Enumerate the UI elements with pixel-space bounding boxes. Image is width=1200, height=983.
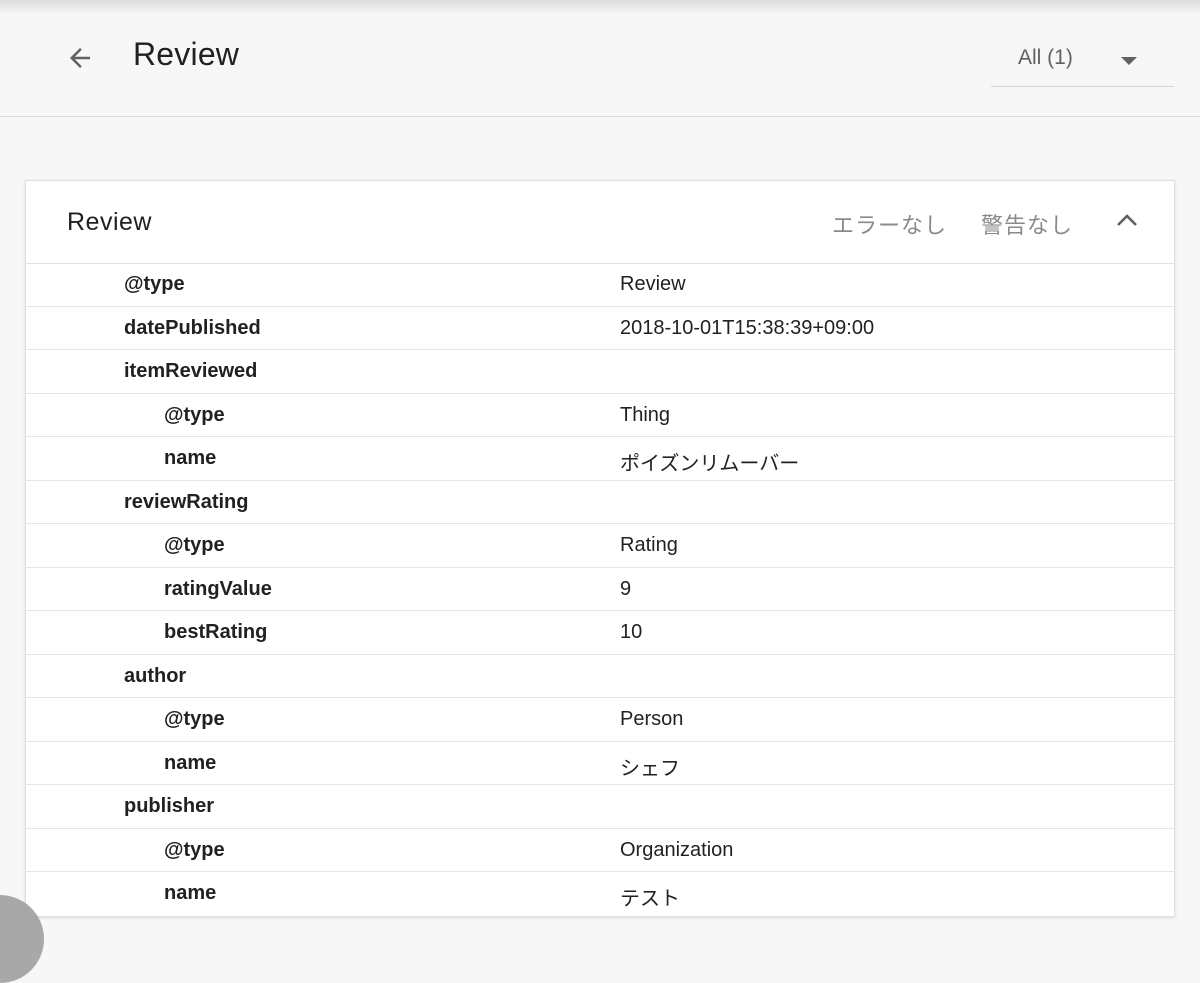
property-key: @type <box>164 838 225 861</box>
filter-label: All (1) <box>1018 46 1073 69</box>
property-value: シェフ <box>620 757 680 780</box>
table-row: publisher <box>26 785 1174 829</box>
table-row: author <box>26 655 1174 698</box>
errors-status: エラーなし <box>832 213 948 238</box>
property-value: テスト <box>620 888 680 910</box>
property-key: reviewRating <box>124 490 249 513</box>
table-row: name テスト <box>26 872 1174 915</box>
table-row: @type Organization <box>26 829 1174 872</box>
page-title: Review <box>133 36 240 72</box>
property-value: 2018-10-01T15:38:39+09:00 <box>620 316 875 339</box>
table-row: @type Review <box>26 263 1174 307</box>
property-key: datePublished <box>124 316 261 339</box>
table-row: datePublished 2018-10-01T15:38:39+09:00 <box>26 307 1174 350</box>
property-key: name <box>164 447 217 469</box>
review-card: Review エラーなし 警告なし @type Review datePubli… <box>25 180 1175 917</box>
card-title: Review <box>67 208 152 236</box>
property-value: Person <box>620 708 684 730</box>
table-row: itemReviewed <box>26 350 1174 394</box>
back-button[interactable] <box>60 38 100 78</box>
card-header[interactable]: Review エラーなし 警告なし <box>26 181 1174 264</box>
caret-down-icon <box>1121 57 1137 65</box>
property-key: itemReviewed <box>124 360 258 382</box>
table-row: @type Person <box>26 698 1174 742</box>
arrow-back-icon <box>70 48 90 68</box>
collapse-button[interactable] <box>1112 205 1142 235</box>
property-key: name <box>164 882 217 904</box>
property-key: ratingValue <box>164 577 272 600</box>
property-key: @type <box>164 403 225 426</box>
chevron-up-icon <box>1117 214 1137 226</box>
property-key: bestRating <box>164 621 268 643</box>
property-value: Rating <box>620 534 678 556</box>
property-key: @type <box>124 273 185 295</box>
property-key: name <box>164 751 217 774</box>
table-row: name シェフ <box>26 742 1174 785</box>
property-value: Thing <box>620 403 671 426</box>
page-header: Review All (1) <box>0 0 1200 117</box>
warnings-status: 警告なし <box>981 213 1074 238</box>
property-key: author <box>124 664 187 687</box>
property-key: publisher <box>124 795 215 817</box>
property-value: 9 <box>620 577 632 600</box>
table-row: @type Rating <box>26 524 1174 568</box>
property-key: @type <box>164 708 225 730</box>
property-value: Review <box>620 273 686 295</box>
filter-dropdown[interactable]: All (1) <box>991 36 1174 87</box>
property-value: ポイズンリムーバー <box>620 453 800 475</box>
property-table: @type Review datePublished 2018-10-01T15… <box>26 263 1174 915</box>
property-value: Organization <box>620 838 734 861</box>
table-row: reviewRating <box>26 481 1174 524</box>
property-key: @type <box>164 534 225 556</box>
property-value: 10 <box>620 621 643 643</box>
table-row: @type Thing <box>26 394 1174 437</box>
table-row: name ポイズンリムーバー <box>26 437 1174 481</box>
table-row: ratingValue 9 <box>26 568 1174 611</box>
table-row: bestRating 10 <box>26 611 1174 655</box>
